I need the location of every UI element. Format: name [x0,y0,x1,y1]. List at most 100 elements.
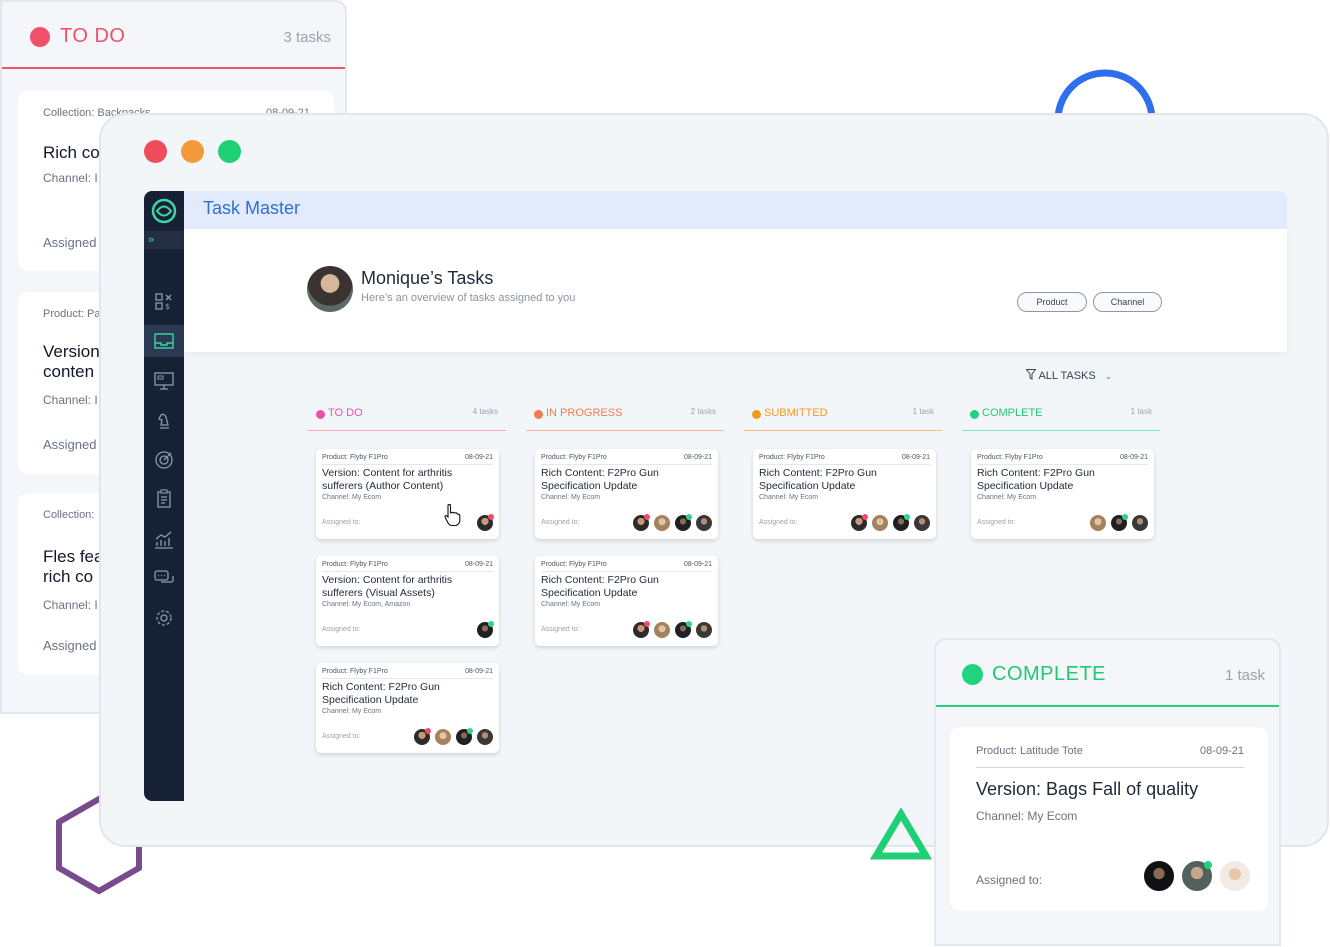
app-header: Task Master [184,191,1287,229]
minimize-window-button[interactable] [181,140,204,163]
avatar[interactable] [413,728,431,746]
column-header-todo: TO DO 4 tasks [308,403,506,431]
card-date: 08-09-21 [464,454,493,461]
card-date: 08-09-21 [901,454,930,461]
avatar[interactable] [653,514,671,532]
status-indicator [644,621,650,627]
column-count: 2 tasks [690,407,716,416]
in-progress-status-dot [534,410,543,419]
avatar[interactable] [632,621,650,639]
product-filter-button[interactable]: Product [1017,292,1087,312]
hand-cursor-icon [444,503,461,527]
card-assigned-label: Assigned to: [541,626,580,633]
sidebar-item-messages[interactable] [144,563,184,595]
card-divider [977,464,1148,465]
sidebar-item-goals[interactable] [144,444,184,476]
card-product: Product: Latitude Tote [976,745,1083,757]
sidebar-item-strategy[interactable] [144,405,184,437]
inbox-icon [154,333,174,349]
avatar[interactable] [632,514,650,532]
card-channel: Channel: My Ecom [976,809,1078,823]
task-card[interactable]: Product: Flyby F1Pro 08-09-21 Rich Conte… [316,663,499,753]
status-indicator [467,728,473,734]
task-card[interactable]: Product: Flyby F1Pro 08-09-21 Version: C… [316,556,499,646]
column-header-in-progress: IN PROGRESS 2 tasks [526,403,724,431]
status-indicator [686,621,692,627]
card-date: 08-09-21 [464,561,493,568]
sidebar-item-content[interactable] [144,365,184,397]
avatar[interactable] [695,621,713,639]
avatar[interactable] [850,514,868,532]
task-card[interactable]: Product: Flyby F1Pro 08-09-21 Rich Conte… [535,449,718,539]
avatar[interactable] [871,514,889,532]
status-indicator [488,514,494,520]
card-divider [322,464,493,465]
card-channel: Channel: My Ecom [541,601,601,608]
avatar[interactable] [913,514,931,532]
chat-bubbles-icon [154,570,174,583]
avatar[interactable] [695,514,713,532]
all-tasks-dropdown[interactable]: ALL TASKS ⌄ [1025,369,1112,382]
green-triangle-shape [870,808,932,860]
chart-growth-icon [155,531,173,549]
avatar[interactable] [476,514,494,532]
target-icon [155,451,173,469]
sidebar-item-settings[interactable] [144,602,184,634]
avatar[interactable] [1180,859,1214,893]
avatar[interactable] [455,728,473,746]
sidebar-item-dashboard[interactable]: $ [144,286,184,318]
app-logo-icon[interactable] [149,196,179,226]
assignee-avatars [473,621,494,639]
task-card[interactable]: Product: Flyby F1Pro 08-09-21 Version: C… [316,449,499,539]
card-date: 08-09-21 [683,454,712,461]
assignee-avatars [629,514,713,532]
avatar[interactable] [476,728,494,746]
task-card[interactable]: Product: Flyby F1Pro 08-09-21 Rich Conte… [753,449,936,539]
avatar[interactable] [892,514,910,532]
card-title-line2: conten [43,362,95,381]
card-title: Rich co [43,143,100,162]
sidebar-item-analytics[interactable] [144,524,184,556]
complete-panel-count: 1 task [1224,667,1265,684]
card-product: Product: Flyby F1Pro [322,668,388,675]
complete-status-dot [970,410,979,419]
sidebar-item-reports[interactable] [144,483,184,515]
expand-sidebar-icon[interactable]: » [144,231,184,249]
close-window-button[interactable] [144,140,167,163]
avatar[interactable] [674,514,692,532]
maximize-window-button[interactable] [218,140,241,163]
channel-filter-button[interactable]: Channel [1093,292,1162,312]
avatar[interactable] [1218,859,1252,893]
submitted-status-dot [752,410,761,419]
avatar[interactable] [434,728,452,746]
monitor-icon [154,372,174,390]
assignee-avatars [847,514,931,532]
card-channel: Channel: My Ecom [977,494,1037,501]
card-channel: Channel: My Ecom, Amazon [322,601,411,608]
avatar[interactable] [1142,859,1176,893]
status-indicator [1204,861,1212,869]
avatar[interactable] [476,621,494,639]
status-indicator [1122,514,1128,520]
column-title: TO DO [328,407,363,419]
card-assigned-label: Assigned to: [977,519,1016,526]
assignee-avatars [1138,859,1252,893]
todo-panel-title: TO DO [60,25,126,47]
card-assigned: Assigned [43,437,97,452]
complete-panel-header: COMPLETE 1 task [936,640,1279,707]
sidebar-item-tasks[interactable] [144,325,184,357]
avatar[interactable] [674,621,692,639]
card-divider [976,767,1244,768]
card-channel: Channel: My Ecom [759,494,819,501]
card-title: Version: Content for arthritis sufferers… [322,574,453,599]
avatar [307,266,353,312]
avatar[interactable] [1089,514,1107,532]
status-indicator [904,514,910,520]
avatar[interactable] [653,621,671,639]
task-card[interactable]: Product: Latitude Tote 08-09-21 Version:… [950,727,1268,911]
assignee-avatars [1086,514,1149,532]
avatar[interactable] [1131,514,1149,532]
task-card[interactable]: Product: Flyby F1Pro 08-09-21 Rich Conte… [971,449,1154,539]
avatar[interactable] [1110,514,1128,532]
task-card[interactable]: Product: Flyby F1Pro 08-09-21 Rich Conte… [535,556,718,646]
